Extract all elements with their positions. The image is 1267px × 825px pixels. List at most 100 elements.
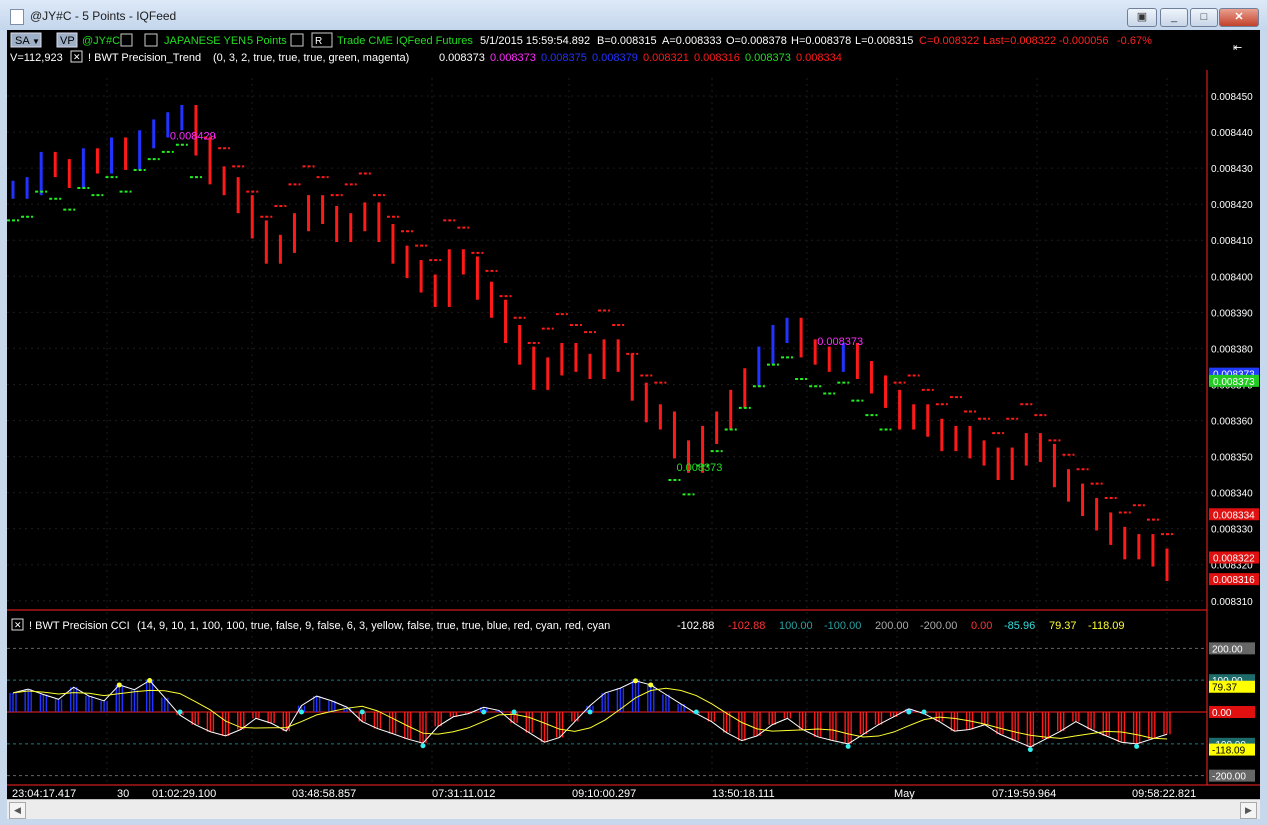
price-bar — [546, 357, 550, 390]
interval-dropdown-icon[interactable] — [290, 33, 304, 47]
horizontal-scrollbar[interactable]: ◀ ▶ — [7, 799, 1260, 819]
price-bar — [363, 202, 367, 232]
price-bar — [349, 213, 353, 243]
cci-axis-tag-label: -200.00 — [1212, 772, 1246, 783]
price-bar — [912, 404, 916, 430]
cci-cross-dot — [906, 709, 912, 715]
ask-value: A=0.008333 — [662, 35, 722, 47]
cci-value: 0.00 — [971, 620, 992, 632]
price-bar — [292, 213, 296, 253]
feed-info: Trade CME IQFeed Futures — [337, 35, 473, 47]
price-bar — [1024, 433, 1028, 466]
price-bar — [954, 425, 958, 452]
price-bar — [110, 137, 114, 174]
price-bar — [1066, 469, 1070, 502]
close-x-icon[interactable]: ✕ — [73, 52, 81, 62]
minimize-button[interactable]: _ — [1160, 8, 1188, 27]
price-axis-label: 0.008420 — [1211, 200, 1253, 211]
chart-canvas[interactable]: SA ▼ VP @JY#C JAPANESE YEN 5 Points R Tr… — [7, 30, 1260, 818]
instrument-name: JAPANESE YEN — [164, 35, 246, 47]
trend-indicator-params: (0, 3, 2, true, true, true, green, magen… — [213, 52, 409, 64]
chart-value-label: 0.008373 — [817, 336, 863, 348]
low-value: L=0.008315 — [855, 35, 913, 47]
title-bar[interactable]: @JY#C - 5 Points - IQFeed ▣ _ □ ✕ — [0, 0, 1267, 30]
symbol-label[interactable]: @JY#C — [82, 35, 120, 47]
price-bar — [869, 361, 873, 394]
chart-area[interactable]: SA ▼ VP @JY#C JAPANESE YEN 5 Points R Tr… — [7, 30, 1260, 818]
change-value: -0.000056 — [1059, 35, 1109, 47]
price-axis: 0.008450 0.008440 0.008430 0.008420 0.008410… — [1211, 92, 1253, 608]
price-bar — [968, 425, 972, 459]
cci-extreme-dot — [116, 682, 122, 688]
restore-layout-button[interactable]: ▣ — [1127, 8, 1157, 27]
price-axis-label: 0.008380 — [1211, 344, 1253, 355]
trend-value: 0.008334 — [796, 52, 842, 64]
price-bar — [996, 447, 1000, 481]
price-bar — [1010, 447, 1014, 481]
price-bar — [152, 119, 156, 149]
cci-cross-dot — [921, 709, 927, 715]
price-bar — [560, 343, 564, 376]
cci-extreme-dot — [420, 743, 426, 749]
price-bar — [25, 177, 29, 199]
price-bar — [898, 389, 902, 430]
cci-axis-tag-label: -118.09 — [1212, 746, 1246, 757]
cci-value: 100.00 — [779, 620, 813, 632]
price-bar — [799, 317, 803, 358]
price-bar — [1165, 548, 1169, 581]
vp-label: VP — [60, 35, 75, 47]
sa-dropdown-icon[interactable]: ▼ — [32, 37, 40, 46]
price-tag-label: 0.008334 — [1213, 510, 1255, 521]
trend-value: 0.008373 — [745, 52, 791, 64]
price-axis-label: 0.008390 — [1211, 308, 1253, 319]
price-bar — [855, 343, 859, 380]
window-icon — [10, 9, 24, 25]
open-value: O=0.008378 — [726, 35, 787, 47]
cci-axis-tag-label: 0.00 — [1212, 708, 1232, 719]
price-axis-label: 0.008450 — [1211, 92, 1253, 103]
cci-value: -102.88 — [728, 620, 765, 632]
panel-toggle-icon[interactable]: ⇤ — [1233, 42, 1242, 54]
price-bar — [67, 159, 71, 188]
bid-value: B=0.008315 — [597, 35, 657, 47]
price-axis-label: 0.008340 — [1211, 489, 1253, 500]
chart-type-icon[interactable] — [144, 33, 158, 47]
cci-header: ✕ ! BWT Precision CCI (14, 9, 10, 1, 100… — [11, 618, 1125, 632]
close-x-icon[interactable]: ✕ — [14, 620, 22, 630]
symbol-dropdown-icon[interactable] — [120, 33, 133, 47]
price-axis-label: 0.008360 — [1211, 417, 1253, 428]
cci-extreme-dot — [1027, 747, 1033, 753]
chart-value-label: 0.008373 — [677, 462, 723, 474]
price-bar — [1151, 534, 1155, 567]
price-grid — [7, 78, 1207, 785]
price-axis-label: 0.008310 — [1211, 597, 1253, 608]
price-bar — [729, 389, 733, 430]
cci-cross-dot — [693, 709, 699, 715]
cci-name: ! BWT Precision CCI — [29, 620, 130, 632]
price-bar — [307, 195, 311, 232]
price-bar — [278, 234, 282, 264]
maximize-button[interactable]: □ — [1190, 8, 1218, 27]
price-bar — [630, 353, 634, 401]
cci-axis-tag-label: 200.00 — [1212, 644, 1243, 655]
scroll-left-icon[interactable]: ◀ — [9, 802, 26, 819]
cci-value: -118.09 — [1088, 620, 1125, 632]
price-bars — [11, 105, 1169, 581]
toolbar-row: SA ▼ VP @JY#C JAPANESE YEN 5 Points R Tr… — [10, 32, 1242, 54]
cci-extreme-dot — [1134, 743, 1140, 749]
trend-indicator-row: V=112,923 ✕ ! BWT Precision_Trend (0, 3,… — [10, 50, 842, 64]
interval-label[interactable]: 5 Points — [247, 35, 287, 47]
scroll-right-icon[interactable]: ▶ — [1240, 802, 1257, 819]
price-bar — [39, 151, 43, 196]
close-button[interactable]: ✕ — [1219, 8, 1259, 27]
price-bar — [250, 195, 254, 239]
price-bar — [489, 281, 493, 318]
price-tag-label: 0.008316 — [1213, 575, 1255, 586]
price-bar — [827, 346, 831, 372]
price-bar — [504, 299, 508, 343]
application-window: @JY#C - 5 Points - IQFeed ▣ _ □ ✕ SA ▼ V… — [0, 0, 1267, 825]
price-bar — [53, 151, 57, 178]
price-bar — [926, 404, 930, 437]
high-value: H=0.008378 — [791, 35, 851, 47]
cci-extreme-dot — [845, 743, 851, 749]
